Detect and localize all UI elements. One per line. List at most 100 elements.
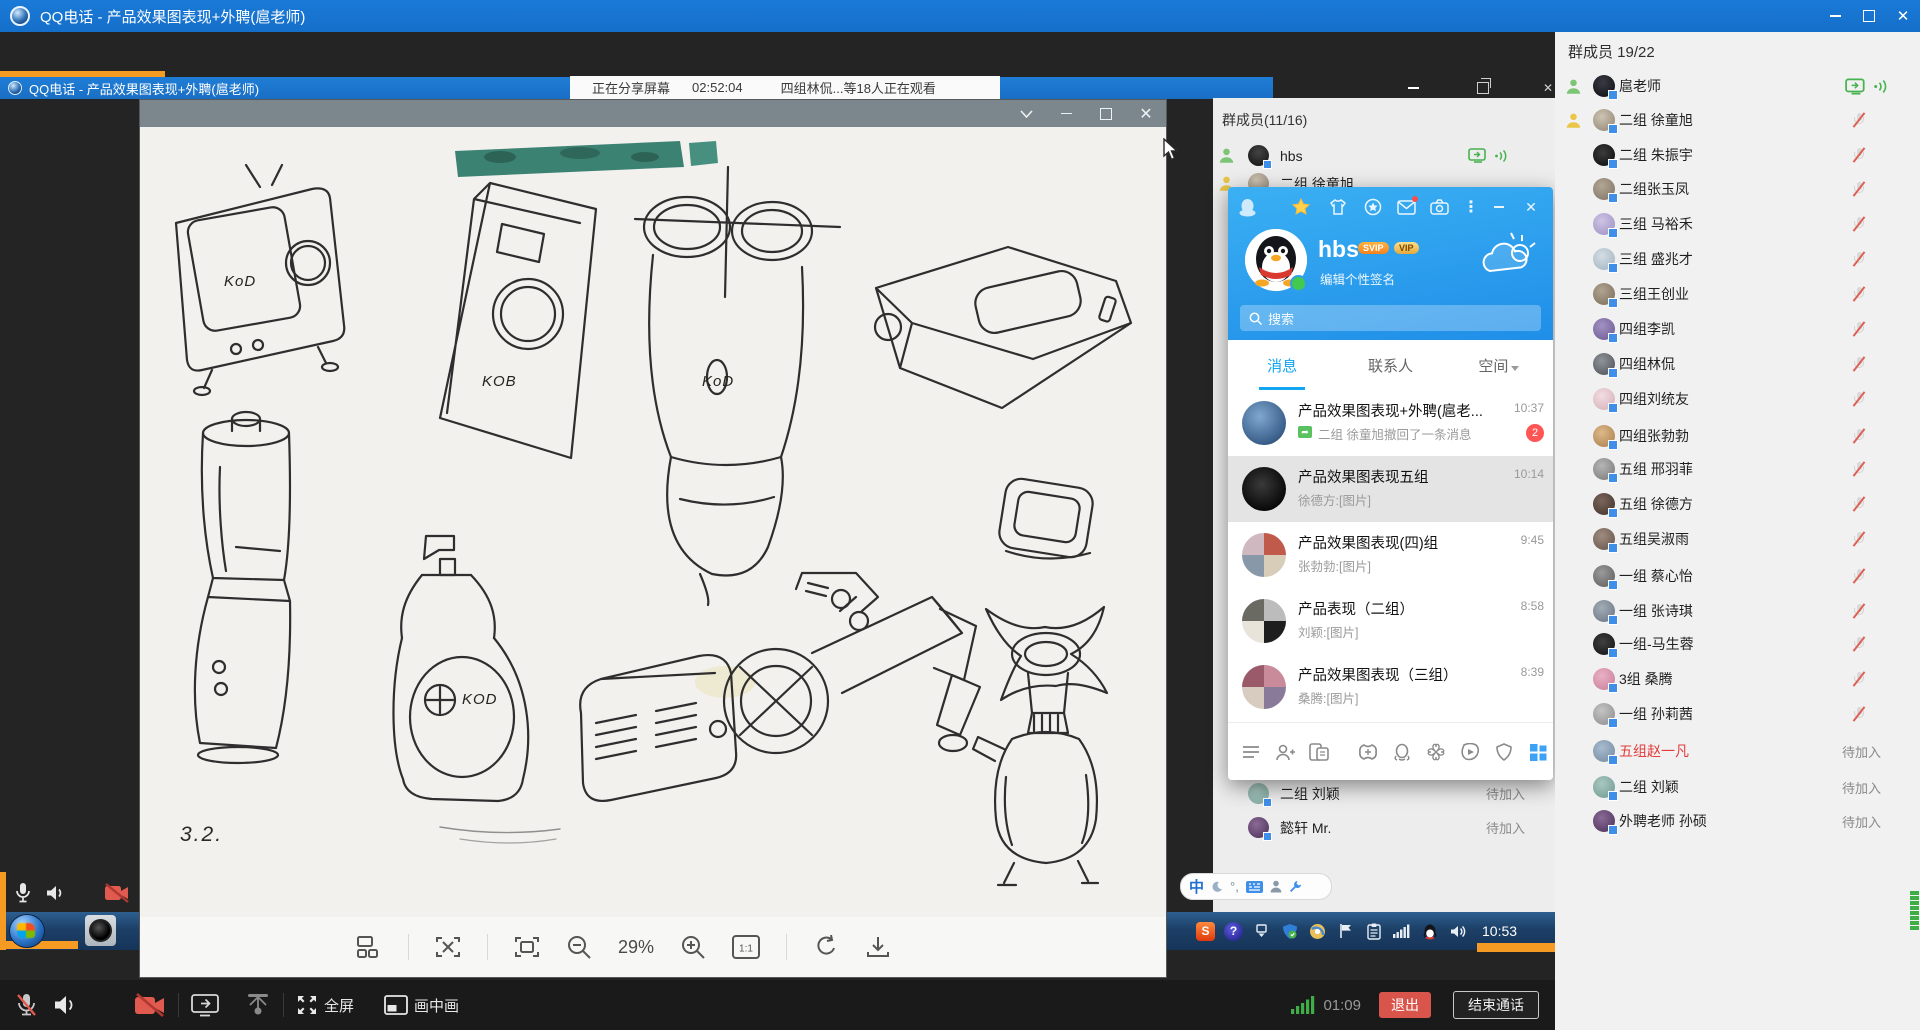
video-play-icon[interactable] <box>1455 739 1485 765</box>
member-row[interactable]: 五组赵一凡待加入 <box>1555 735 1920 767</box>
speaker-icon[interactable] <box>54 994 78 1016</box>
layout-icon[interactable] <box>356 935 382 959</box>
extract-text-icon[interactable] <box>435 935 461 959</box>
exit-button[interactable]: 退出 <box>1379 992 1431 1018</box>
tray-help-icon[interactable]: ? <box>1224 922 1243 941</box>
weather-icon[interactable] <box>1478 231 1536 284</box>
member-row[interactable]: 四组林侃 <box>1555 348 1920 380</box>
qq-close-button[interactable]: ✕ <box>1518 196 1544 218</box>
tray-hidden-icons[interactable] <box>1252 922 1271 941</box>
message-item[interactable]: 产品效果图表现+外聘(扈老... 10:37 ➦ 二组 徐童旭撤回了一条消息 2 <box>1228 390 1553 456</box>
clover-icon[interactable] <box>1421 739 1451 765</box>
tray-signal-icon[interactable] <box>1392 922 1411 941</box>
viewer-close-button[interactable]: ✕ <box>1126 100 1166 127</box>
member-row[interactable]: 扈老师 <box>1555 70 1920 102</box>
dress-up-icon[interactable] <box>1325 196 1351 218</box>
zoom-out-icon[interactable] <box>566 934 592 960</box>
add-contact-icon[interactable] <box>1270 739 1300 765</box>
member-row[interactable]: 四组李凯 <box>1555 313 1920 345</box>
member-row[interactable]: 五组 邢羽菲 <box>1555 453 1920 485</box>
member-row[interactable]: 四组张勃勃 <box>1555 420 1920 452</box>
close-button[interactable]: ✕ <box>1886 0 1920 32</box>
maximize-button[interactable] <box>1852 0 1886 32</box>
keyboard-icon[interactable] <box>1246 881 1263 893</box>
message-item[interactable]: 产品效果图表现（三组） 8:39 桑腾:[图片] <box>1228 654 1553 720</box>
presenter-mode-icon[interactable] <box>245 993 271 1017</box>
member-row[interactable]: 二组 刘颖 待加入 <box>1213 780 1555 807</box>
fit-screen-icon[interactable] <box>514 935 540 959</box>
ime-toolbar[interactable]: 中 °, <box>1180 873 1332 900</box>
member-row[interactable]: 一组 蔡心怡 <box>1555 560 1920 592</box>
tab-qzone[interactable]: 空间 <box>1445 355 1553 376</box>
tray-security-icon[interactable] <box>1280 922 1299 941</box>
tab-contacts[interactable]: 联系人 <box>1336 355 1444 376</box>
message-item[interactable]: 产品效果图表现五组 10:14 徐德方:[图片] <box>1228 456 1553 522</box>
member-row[interactable]: 五组 徐德方 <box>1555 488 1920 520</box>
tray-qq-icon[interactable] <box>1420 922 1439 941</box>
inner-close-button[interactable]: ✕ <box>1543 81 1553 95</box>
mic-muted-icon[interactable] <box>14 992 38 1018</box>
start-button[interactable] <box>9 914 45 948</box>
tray-volume-icon[interactable] <box>1448 922 1467 941</box>
viewer-collapse-button[interactable] <box>1006 100 1046 127</box>
member-row[interactable]: 二组 刘颖待加入 <box>1555 771 1920 803</box>
file-assistant-icon[interactable] <box>1304 739 1334 765</box>
member-row[interactable]: 外聘老师 孙硕待加入 <box>1555 805 1920 837</box>
qq-minimize-button[interactable] <box>1486 196 1512 218</box>
tab-messages[interactable]: 消息 <box>1228 355 1336 376</box>
camera-off-icon[interactable] <box>104 883 130 908</box>
moon-icon[interactable] <box>1211 881 1223 893</box>
wrench-icon[interactable] <box>1289 880 1302 893</box>
member-row[interactable]: 懿轩 Mr. 待加入 <box>1213 814 1555 841</box>
search-bar[interactable]: 搜索 <box>1240 305 1541 331</box>
pip-button[interactable]: 画中画 <box>384 995 459 1016</box>
fullscreen-button[interactable]: 全屏 <box>296 994 354 1016</box>
mic-icon[interactable] <box>14 882 32 909</box>
taskbar-clock[interactable]: 10:53 <box>1482 923 1517 939</box>
app-titlebar[interactable]: QQ电话 - 产品效果图表现+外聘(扈老师) ✕ <box>0 0 1920 32</box>
message-item[interactable]: 产品表现（二组） 8:58 刘颖:[图片] <box>1228 588 1553 654</box>
member-center-icon[interactable] <box>1360 196 1386 218</box>
viewer-maximize-button[interactable] <box>1086 100 1126 127</box>
tray-browser-icon[interactable] <box>1308 922 1327 941</box>
minimize-button[interactable] <box>1818 0 1852 32</box>
member-row[interactable]: 二组 朱振宇 <box>1555 139 1920 171</box>
taskbar-app-icon[interactable] <box>85 915 116 946</box>
favorites-star-icon[interactable] <box>1288 196 1314 218</box>
camera-icon[interactable] <box>1426 196 1452 218</box>
main-menu-icon[interactable] <box>1236 739 1266 765</box>
tray-sogou-icon[interactable]: S <box>1196 922 1215 941</box>
member-row[interactable]: hbs <box>1213 142 1555 169</box>
member-row[interactable]: 3组 桑腾 <box>1555 663 1920 695</box>
end-call-button[interactable]: 结束通话 <box>1453 991 1539 1019</box>
member-row[interactable]: 五组吴淑雨 <box>1555 523 1920 555</box>
actual-size-icon[interactable]: 1:1 <box>732 935 760 959</box>
game-center-icon[interactable] <box>1353 739 1383 765</box>
tray-clipboard-icon[interactable] <box>1364 922 1383 941</box>
speaker-icon[interactable] <box>46 884 66 907</box>
member-row[interactable]: 二组 徐童旭 <box>1555 104 1920 136</box>
member-row[interactable]: 三组王创业 <box>1555 278 1920 310</box>
mail-icon[interactable] <box>1393 196 1419 218</box>
member-row[interactable]: 三组 马裕禾 <box>1555 208 1920 240</box>
zoom-level[interactable]: 29% <box>618 937 654 958</box>
share-screen-icon[interactable] <box>191 993 219 1017</box>
tray-flag-icon[interactable] <box>1336 922 1355 941</box>
member-row[interactable]: 三组 盛兆才 <box>1555 243 1920 275</box>
viewer-titlebar[interactable]: ✕ <box>140 100 1166 127</box>
more-menu-icon[interactable]: ⋮ <box>1458 196 1484 218</box>
member-row[interactable]: 一组-马生蓉 <box>1555 628 1920 660</box>
download-icon[interactable] <box>865 935 891 959</box>
camera-off-icon[interactable] <box>134 993 166 1017</box>
member-row[interactable]: 一组 张诗琪 <box>1555 595 1920 627</box>
rotate-icon[interactable] <box>813 935 839 959</box>
inner-restore-button[interactable] <box>1477 82 1489 94</box>
viewer-minimize-button[interactable] <box>1046 100 1086 127</box>
member-row[interactable]: 二组张玉凤 <box>1555 173 1920 205</box>
member-row[interactable]: 一组 孙莉茜 <box>1555 698 1920 730</box>
punctuation-icon[interactable]: °, <box>1230 879 1239 894</box>
security-shield-icon[interactable] <box>1489 739 1519 765</box>
penguin-doodle-icon[interactable] <box>1387 739 1417 765</box>
app-manager-icon[interactable] <box>1523 739 1553 765</box>
zoom-in-icon[interactable] <box>680 934 706 960</box>
